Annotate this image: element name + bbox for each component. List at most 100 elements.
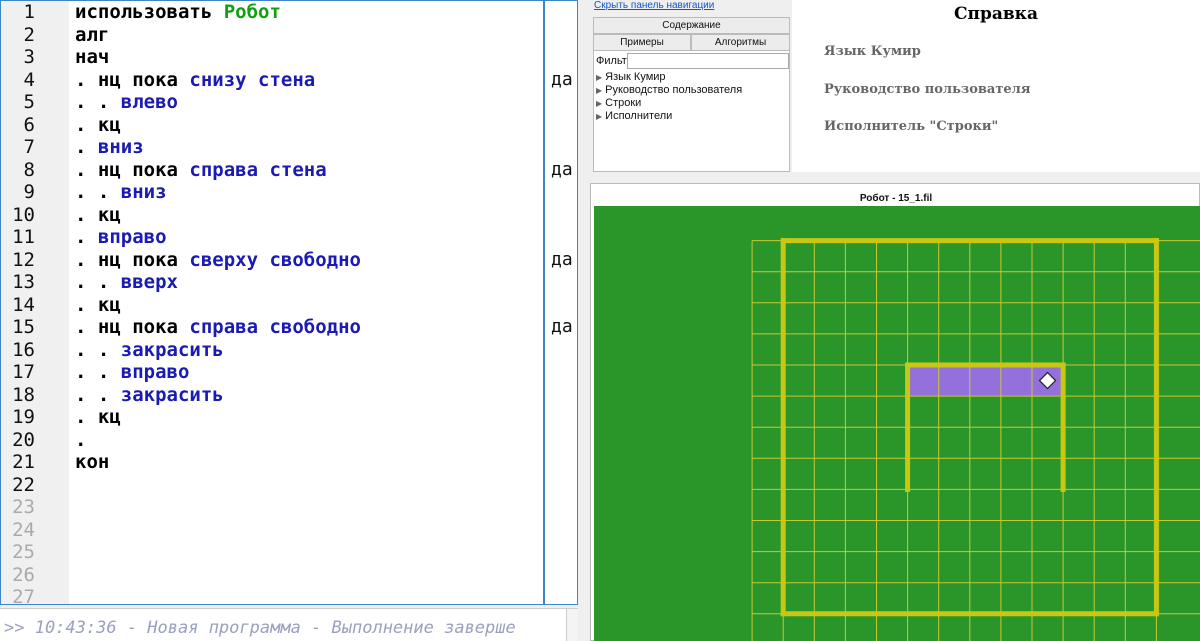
keyword-token: . нц пока bbox=[75, 248, 190, 271]
hide-navigation-link[interactable]: Скрыть панель навигации bbox=[594, 0, 714, 11]
help-content-panel: Справка Язык Кумир Руководство пользоват… bbox=[792, 0, 1200, 172]
code-line[interactable]: 9 . . вниз bbox=[1, 181, 577, 204]
line-number: 3 bbox=[23, 46, 35, 68]
code-line[interactable]: 14 . кц bbox=[1, 294, 577, 317]
keyword-token: . . bbox=[75, 383, 121, 406]
line-number: 23 bbox=[12, 496, 35, 518]
code-text: . вправо bbox=[75, 226, 167, 248]
code-line[interactable]: 12 . нц пока сверху свободно да bbox=[1, 248, 577, 272]
code-line[interactable]: 16 . . закрасить bbox=[1, 338, 577, 362]
command-token: справа свободно bbox=[189, 316, 361, 338]
line-number: 25 bbox=[12, 541, 35, 563]
line-number: 16 bbox=[12, 338, 35, 361]
code-line[interactable]: 22 bbox=[1, 474, 577, 497]
expand-arrow-icon[interactable]: ▶ bbox=[596, 112, 602, 121]
console-scrollbar[interactable] bbox=[566, 609, 578, 641]
tree-item-strings[interactable]: ▶ Строки bbox=[596, 97, 641, 109]
robot-field[interactable] bbox=[594, 206, 1200, 641]
code-line[interactable]: 4 . нц пока снизу стена да bbox=[1, 68, 577, 92]
expand-arrow-icon[interactable]: ▶ bbox=[596, 99, 602, 108]
expand-arrow-icon[interactable]: ▶ bbox=[596, 86, 602, 95]
code-text: . bbox=[75, 429, 86, 451]
code-text: . нц пока снизу стена bbox=[75, 69, 315, 91]
code-editor[interactable]: 1 использовать Робот 2 алг 3 нач 4 . нц пока сн… bbox=[0, 0, 578, 605]
code-line[interactable]: 2 алг bbox=[1, 23, 577, 47]
tree-item-kumir-language[interactable]: ▶ Язык Кумир bbox=[596, 71, 666, 83]
code-text: . кц bbox=[75, 406, 121, 428]
help-link-user-guide[interactable]: Руководство пользователя bbox=[824, 82, 1030, 97]
command-token: влево bbox=[120, 91, 178, 113]
code-text: . нц пока справа свободно bbox=[75, 316, 361, 338]
algorithms-button[interactable]: Алгоритмы bbox=[691, 34, 790, 51]
line-number: 13 bbox=[12, 271, 35, 293]
help-title: Справка bbox=[954, 4, 1038, 24]
keyword-token: использовать bbox=[75, 1, 224, 23]
command-token: вниз bbox=[120, 181, 167, 203]
keyword-token: алг bbox=[75, 23, 110, 46]
code-text: . . вниз bbox=[75, 181, 167, 203]
command-token: вправо bbox=[97, 226, 167, 248]
code-text: . кц bbox=[75, 204, 121, 226]
code-line[interactable]: 20. bbox=[1, 428, 577, 452]
line-number: 4 bbox=[23, 68, 35, 91]
keyword-token: нач bbox=[75, 46, 110, 68]
code-line[interactable]: 21 кон bbox=[1, 451, 577, 474]
code-line[interactable]: 10 . кц bbox=[1, 203, 577, 227]
line-number: 1 bbox=[23, 1, 35, 23]
code-text: . . закрасить bbox=[75, 339, 224, 361]
margin-value: да bbox=[551, 158, 573, 180]
code-line[interactable]: 19 . кц bbox=[1, 406, 577, 429]
expand-arrow-icon[interactable]: ▶ bbox=[596, 73, 602, 82]
code-line[interactable]: 5 . . влево bbox=[1, 91, 577, 114]
code-line[interactable]: 6 . кц bbox=[1, 113, 577, 137]
line-number: 27 bbox=[12, 586, 35, 605]
keyword-token: . . bbox=[75, 338, 121, 361]
line-number: 20 bbox=[12, 428, 35, 451]
keyword-token: . нц пока bbox=[75, 68, 190, 91]
keyword-token: . bbox=[75, 428, 87, 451]
line-number: 18 bbox=[12, 383, 35, 406]
command-token: вправо bbox=[120, 361, 190, 383]
examples-button[interactable]: Примеры bbox=[593, 34, 691, 51]
help-link-strings-executor[interactable]: Исполнитель "Строки" bbox=[824, 119, 998, 134]
line-number: 8 bbox=[23, 158, 35, 181]
code-line[interactable]: 3 нач bbox=[1, 46, 577, 69]
code-text: . нц пока справа стена bbox=[75, 159, 327, 181]
command-token: закрасить bbox=[120, 338, 224, 361]
keyword-token: . нц пока bbox=[75, 316, 190, 338]
console-output[interactable]: >> 10:43:36 - Новая программа - Выполнен… bbox=[0, 608, 578, 641]
tree-item-label: Строки bbox=[605, 97, 642, 109]
tree-item-executors[interactable]: ▶ Исполнители bbox=[596, 110, 672, 122]
code-line[interactable]: 17 . . вправо bbox=[1, 361, 577, 384]
robot-window-title: Робот - 15_1.fil bbox=[859, 193, 933, 204]
code-line[interactable]: 7. вниз bbox=[1, 136, 577, 159]
keyword-token: кон bbox=[75, 451, 110, 473]
filter-input[interactable] bbox=[627, 53, 789, 69]
line-number: 6 bbox=[23, 113, 35, 136]
command-token: справа стена bbox=[189, 158, 327, 181]
code-text: . вниз bbox=[75, 136, 144, 158]
keyword-token: . . bbox=[75, 181, 121, 203]
painted-cell bbox=[1000, 365, 1032, 397]
code-text: использовать Робот bbox=[75, 1, 281, 23]
code-line[interactable]: 8 . нц пока справа стена да bbox=[1, 158, 577, 182]
keyword-token: . кц bbox=[75, 113, 121, 136]
code-line[interactable]: 18 . . закрасить bbox=[1, 383, 577, 407]
code-line[interactable]: 1 использовать Робот bbox=[1, 1, 577, 24]
command-token: закрасить bbox=[120, 383, 224, 406]
help-navigation-panel: Скрыть панель навигации Содержание Приме… bbox=[590, 0, 790, 172]
code-line[interactable]: 23 bbox=[1, 496, 577, 519]
line-number: 10 bbox=[12, 203, 35, 226]
help-link-kumir-language[interactable]: Язык Кумир bbox=[824, 44, 921, 59]
code-line[interactable]: 15 . нц пока справа свободно да bbox=[1, 316, 577, 339]
code-line[interactable]: 13 . . вверх bbox=[1, 271, 577, 294]
code-line[interactable]: 26 bbox=[1, 564, 577, 587]
code-text: нач bbox=[75, 46, 109, 68]
code-line[interactable]: 11. вправо bbox=[1, 226, 577, 249]
code-text: . кц bbox=[75, 114, 121, 136]
contents-button[interactable]: Содержание bbox=[593, 17, 790, 34]
code-line[interactable]: 25 bbox=[1, 541, 577, 564]
code-line[interactable]: 24 bbox=[1, 519, 577, 542]
code-line[interactable]: 27 bbox=[1, 586, 577, 605]
tree-item-user-guide[interactable]: ▶ Руководство пользователя bbox=[596, 84, 742, 96]
